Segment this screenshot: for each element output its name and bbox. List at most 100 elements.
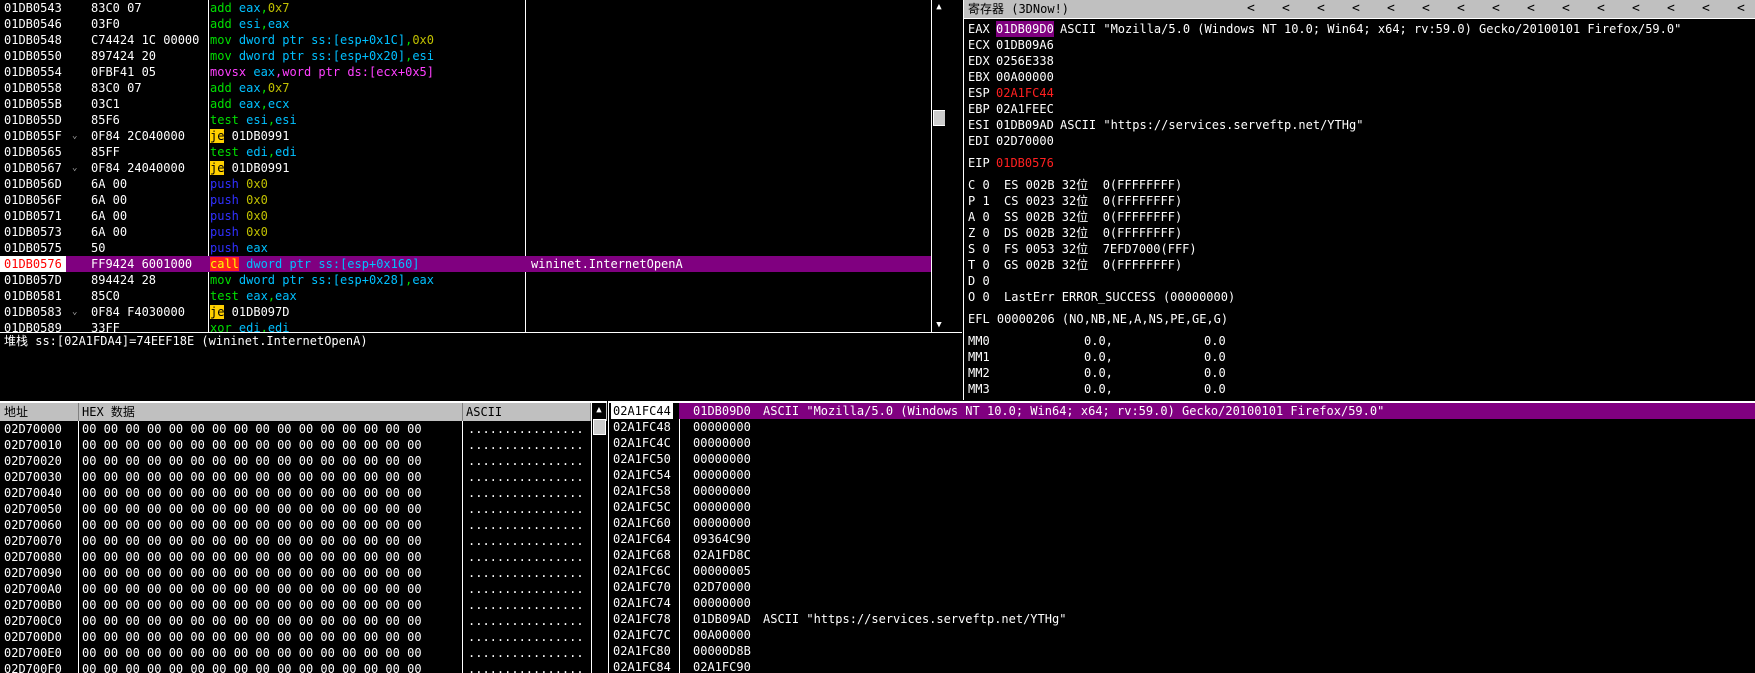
scroll-down-icon[interactable]: ▼ [932, 318, 945, 332]
flag[interactable]: D 0 [968, 273, 990, 289]
dump-row[interactable]: 02D70060 00 00 00 00 00 00 00 00 00 00 00… [0, 517, 607, 533]
dump-pane[interactable]: 地址 HEX 数据 ASCII 02D70000 00 00 00 00 00 0… [0, 401, 607, 673]
stack-row[interactable]: 02A1FC44 01DB09D0 ASCII "Mozilla/5.0 (Wind… [609, 403, 1755, 419]
registers-title-bar[interactable]: 寄存器 (3DNow!) < < < < < < < < < < < < < < < [964, 0, 1755, 19]
register-nav-arrow-icon[interactable]: < [1632, 0, 1640, 18]
stack-row[interactable]: 02A1FC5C 00000000 [609, 499, 1755, 515]
disasm-row[interactable]: 01DB0573 6A 00 push 0x0 [0, 224, 945, 240]
disasm-row[interactable]: 01DB0554 0FBF41 05 movsx eax,word ptr ds:[… [0, 64, 945, 80]
disasm-row[interactable]: 01DB0565 85FF test edi,edi [0, 144, 945, 160]
flag[interactable]: O 0 [968, 289, 990, 305]
register-nav-arrow-icon[interactable]: < [1492, 0, 1500, 18]
dump-row[interactable]: 02D700D0 00 00 00 00 00 00 00 00 00 00 00… [0, 629, 607, 645]
stack-row[interactable]: 02A1FC48 00000000 [609, 419, 1755, 435]
dump-row[interactable]: 02D700C0 00 00 00 00 00 00 00 00 00 00 00… [0, 613, 607, 629]
stack-row[interactable]: 02A1FC74 00000000 [609, 595, 1755, 611]
disasm-row[interactable]: 01DB0558 83C0 07 add eax,0x7 [0, 80, 945, 96]
dump-row[interactable]: 02D70030 00 00 00 00 00 00 00 00 00 00 00… [0, 469, 607, 485]
stack-row[interactable]: 02A1FC60 00000000 [609, 515, 1755, 531]
register-nav-arrow-icon[interactable]: < [1422, 0, 1430, 18]
flag[interactable]: P 1 [968, 193, 990, 209]
disasm-row[interactable]: 01DB0550 897424 20 mov dword ptr ss:[esp+0… [0, 48, 945, 64]
register-value[interactable]: 01DB09D0 [996, 21, 1054, 37]
efl-value[interactable]: EFL 00000206 (NO,NB,NE,A,NS,PE,GE,G) [968, 311, 1228, 327]
disassembly-scrollbar[interactable]: ▲ ▼ [931, 0, 945, 332]
stack-row[interactable]: 02A1FC64 09364C90 [609, 531, 1755, 547]
disasm-row[interactable]: 01DB057D 894424 28 mov dword ptr ss:[esp+0… [0, 272, 945, 288]
disasm-row[interactable]: 01DB056F 6A 00 push 0x0 [0, 192, 945, 208]
register-value[interactable]: 0256E338 [996, 53, 1054, 69]
register-value[interactable]: 02A1FC44 [996, 85, 1054, 101]
register-nav-arrow-icon[interactable]: < [1457, 0, 1465, 18]
stack-row[interactable]: 02A1FC54 00000000 [609, 467, 1755, 483]
flag[interactable]: C 0 [968, 177, 990, 193]
dump-row[interactable]: 02D70000 00 00 00 00 00 00 00 00 00 00 00… [0, 421, 607, 437]
disasm-row[interactable]: 01DB0589 33FF xor edi,edi [0, 320, 945, 332]
flag[interactable]: S 0 [968, 241, 990, 257]
register-nav-arrow-icon[interactable]: < [1597, 0, 1605, 18]
dump-col-hex[interactable]: HEX 数据 [82, 403, 135, 421]
stack-row[interactable]: 02A1FC7C 00A00000 [609, 627, 1755, 643]
dump-scrollbar[interactable]: ▲ [591, 403, 606, 673]
register-value[interactable]: 01DB09A6 [996, 37, 1054, 53]
dump-row[interactable]: 02D700E0 00 00 00 00 00 00 00 00 00 00 00… [0, 645, 607, 661]
scroll-thumb[interactable] [933, 110, 945, 126]
register-nav-arrow-icon[interactable]: < [1317, 0, 1325, 18]
disasm-row[interactable]: 01DB0567 ⌄ 0F84 24040000 je 01DB0991 [0, 160, 945, 176]
dump-row[interactable]: 02D700B0 00 00 00 00 00 00 00 00 00 00 00… [0, 597, 607, 613]
disassembly-pane[interactable]: 01DB0543 83C0 07 add eax,0x7 01DB0546 03F0 ad… [0, 0, 945, 332]
flag[interactable]: T 0 [968, 257, 990, 273]
flag[interactable]: Z 0 [968, 225, 990, 241]
disasm-row[interactable]: 01DB055D 85F6 test esi,esi [0, 112, 945, 128]
register-value[interactable]: 02A1FEEC [996, 101, 1054, 117]
register-value[interactable]: 02D70000 [996, 133, 1054, 149]
flag[interactable]: A 0 [968, 209, 990, 225]
disasm-row[interactable]: 01DB055B 03C1 add eax,ecx [0, 96, 945, 112]
scroll-up-icon[interactable]: ▲ [932, 0, 945, 14]
stack-row[interactable]: 02A1FC58 00000000 [609, 483, 1755, 499]
register-nav-arrow-icon[interactable]: < [1667, 0, 1675, 18]
stack-row[interactable]: 02A1FC6C 00000005 [609, 563, 1755, 579]
register-nav-arrow-icon[interactable]: < [1352, 0, 1360, 18]
registers-pane[interactable]: 寄存器 (3DNow!) < < < < < < < < < < < < < < < EAX 01DB09D0… [963, 0, 1755, 400]
disasm-row[interactable]: 01DB0576 FF9424 6001000 call dword ptr ss:… [0, 256, 931, 272]
dump-row[interactable]: 02D70040 00 00 00 00 00 00 00 00 00 00 00… [0, 485, 607, 501]
dump-row[interactable]: 02D700A0 00 00 00 00 00 00 00 00 00 00 00… [0, 581, 607, 597]
register-nav-arrow-icon[interactable]: < [1282, 0, 1290, 18]
scroll-up-icon[interactable]: ▲ [592, 403, 606, 417]
dump-row[interactable]: 02D700F0 00 00 00 00 00 00 00 00 00 00 00… [0, 661, 607, 673]
stack-row[interactable]: 02A1FC80 00000D8B [609, 643, 1755, 659]
dump-col-ascii[interactable]: ASCII [466, 403, 502, 421]
disasm-row[interactable]: 01DB0548 C74424 1C 00000 mov dword ptr ss:… [0, 32, 945, 48]
stack-row[interactable]: 02A1FC70 02D70000 [609, 579, 1755, 595]
stack-row[interactable]: 02A1FC78 01DB09AD ASCII "https://services.… [609, 611, 1755, 627]
disasm-row[interactable]: 01DB0546 03F0 add esi,eax [0, 16, 945, 32]
register-value[interactable]: 00A00000 [996, 69, 1054, 85]
stack-row[interactable]: 02A1FC4C 00000000 [609, 435, 1755, 451]
stack-pane[interactable]: 02A1FC44 01DB09D0 ASCII "Mozilla/5.0 (Wind… [608, 401, 1755, 673]
register-nav-arrow-icon[interactable]: < [1247, 0, 1255, 18]
stack-row[interactable]: 02A1FC50 00000000 [609, 451, 1755, 467]
register-nav-arrow-icon[interactable]: < [1702, 0, 1710, 18]
disasm-row[interactable]: 01DB0575 50 push eax [0, 240, 945, 256]
stack-row[interactable]: 02A1FC68 02A1FD8C [609, 547, 1755, 563]
register-value[interactable]: 01DB0576 [996, 155, 1054, 171]
register-nav-arrow-icon[interactable]: < [1387, 0, 1395, 18]
register-nav-arrow-icon[interactable]: < [1562, 0, 1570, 18]
dump-row[interactable]: 02D70050 00 00 00 00 00 00 00 00 00 00 00… [0, 501, 607, 517]
dump-row[interactable]: 02D70090 00 00 00 00 00 00 00 00 00 00 00… [0, 565, 607, 581]
disasm-row[interactable]: 01DB0583 ⌄ 0F84 F4030000 je 01DB097D [0, 304, 945, 320]
disasm-row[interactable]: 01DB056D 6A 00 push 0x0 [0, 176, 945, 192]
dump-col-address[interactable]: 地址 [4, 403, 28, 421]
disasm-row[interactable]: 01DB0571 6A 00 push 0x0 [0, 208, 945, 224]
dump-row[interactable]: 02D70080 00 00 00 00 00 00 00 00 00 00 00… [0, 549, 607, 565]
dump-row[interactable]: 02D70020 00 00 00 00 00 00 00 00 00 00 00… [0, 453, 607, 469]
disasm-row[interactable]: 01DB0543 83C0 07 add eax,0x7 [0, 0, 945, 16]
disasm-row[interactable]: 01DB0581 85C0 test eax,eax [0, 288, 945, 304]
dump-row[interactable]: 02D70070 00 00 00 00 00 00 00 00 00 00 00… [0, 533, 607, 549]
scroll-thumb[interactable] [593, 419, 606, 435]
dump-row[interactable]: 02D70010 00 00 00 00 00 00 00 00 00 00 00… [0, 437, 607, 453]
register-nav-arrow-icon[interactable]: < [1737, 0, 1745, 18]
disasm-row[interactable]: 01DB055F ⌄ 0F84 2C040000 je 01DB0991 [0, 128, 945, 144]
register-nav-arrow-icon[interactable]: < [1527, 0, 1535, 18]
